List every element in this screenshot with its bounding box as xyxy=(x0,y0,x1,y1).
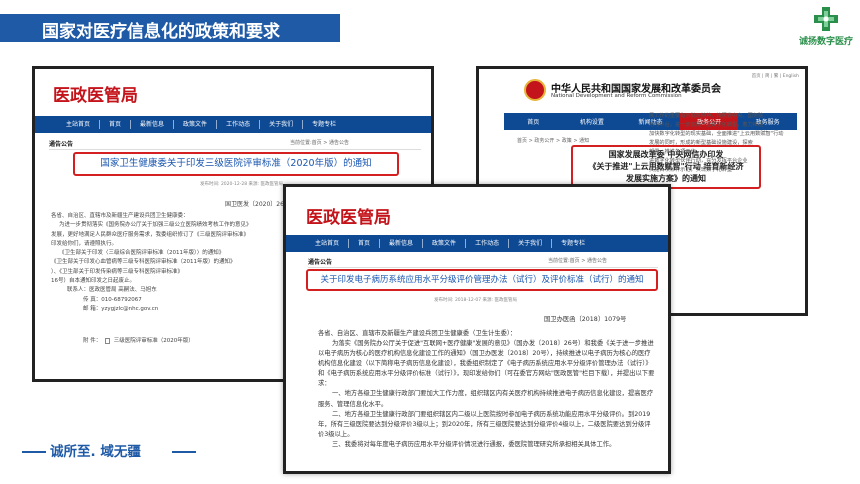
breadcrumb: 首页 > 政务公开 > 政策 > 通知 xyxy=(517,138,590,144)
nav-item[interactable]: 首页 xyxy=(100,120,132,129)
doc-line: ）、《卫生部关于印发传染病等三级专科医院评审标准》 xyxy=(51,268,184,275)
doc-line: 印发给你们，请遵照执行。 xyxy=(51,240,118,247)
doc-paragraph: 为落实《国务院办公厅关于促进"互联网+医疗健康"发展的意见》（国办发〔2018〕… xyxy=(318,340,655,388)
doc-line: 部署，推进各项工作。 xyxy=(649,149,701,155)
site-nav: 主站首页 首页 最新信息 政策文件 工作动态 关于我们 专题专栏 xyxy=(286,235,668,252)
section-label: 通告公告 xyxy=(49,141,74,148)
doc-paragraph: 二、地方各级卫生健康行政部门要组织辖区内二级以上医院按时参加电子病历系统功能应用… xyxy=(318,410,651,438)
nav-item[interactable]: 主站首页 xyxy=(57,120,101,129)
doc-body: 为落实《国务院办公厅关于促进"互联网+医疗健康"发展的意见》（国办发〔2018〕… xyxy=(318,339,656,471)
doc-body: 各省、自治区、直辖市及新疆生产建设兵团卫生健康委： 为进一步贯彻落实《国务院办公… xyxy=(51,212,299,314)
breadcrumb: 当前位置:首页 > 通告公告 xyxy=(290,140,350,146)
nav-item[interactable]: 关于我们 xyxy=(509,239,553,248)
doc-line: 发展，更好地满足人民群众医疗服务需求，我委组织修订了《三级医院评审标准》 xyxy=(51,231,250,238)
doc-line: 用与平台，进一步加快产业数字化转型，着力推进 xyxy=(649,122,764,128)
highlighted-headline[interactable]: 关于印发电子病历系统应用水平分级评价管理办法（试行）及评价标准（试行）的通知 xyxy=(306,269,658,291)
site-logo: 医政医管局 xyxy=(53,86,138,106)
nav-item[interactable]: 专题专栏 xyxy=(303,120,345,129)
doc-paragraph: 三、我委将对每年度电子病历应用水平分级评价情况进行通报，委医院管理研究所承担相关… xyxy=(332,440,616,448)
divider xyxy=(308,267,658,268)
doc-number: 国卫办医函〔2018〕1079号 xyxy=(544,316,627,323)
brand-logo: 诚扬数字医疗 xyxy=(796,6,856,48)
publish-meta: 发布时间: 2018-12-07 来源: 医政医管局 xyxy=(434,298,517,303)
org-name-en: National Development and Reform Commissi… xyxy=(551,93,682,99)
title-bar: 国家对医疗信息化的政策和要求 xyxy=(0,14,340,42)
brand-cross-icon xyxy=(814,7,838,31)
nav-item[interactable]: 专题专栏 xyxy=(552,239,594,248)
page-title: 国家对医疗信息化的政策和要求 xyxy=(42,22,280,42)
publish-meta: 发布时间: 2020-12-28 来源: 医政医管局 xyxy=(200,182,283,187)
divider xyxy=(49,149,421,150)
nav-item[interactable]: 关于我们 xyxy=(260,120,304,129)
breadcrumb: 当前位置:首页 > 通告公告 xyxy=(548,258,608,264)
attachment-row: 附 件： 三级医院评审标准（2020年版） xyxy=(83,337,194,346)
doc-salutation: 各省、自治区、直辖市及新疆生产建设兵团卫生健康委（卫生计生委）： xyxy=(318,330,517,337)
attachment-link[interactable]: 三级医院评审标准（2020年版） xyxy=(114,338,194,344)
doc-line: 实施百项标杆示范，实现数字化转型 xyxy=(649,167,733,173)
doc-line: 邮 箱：yzygjzlc@nhc.gov.cn xyxy=(83,305,159,312)
doc-line: 进数字化转型伙伴行动，充分发挥平台企业 xyxy=(649,158,748,164)
site-nav: 主站首页 首页 最新信息 政策文件 工作动态 关于我们 专题专栏 xyxy=(35,116,431,133)
doc-number: 国卫医发〔2020〕26号 xyxy=(225,201,290,208)
nav-item[interactable]: 最新信息 xyxy=(131,120,175,129)
nav-item[interactable]: 最新信息 xyxy=(380,239,424,248)
slogan-rule-left xyxy=(22,451,46,453)
doc-line: 加快数字化转型的现实基础，全面推进"上云用数赋智"行动 xyxy=(649,131,784,137)
doc-line: 16号）自本通知印发之日起废止。 xyxy=(51,278,135,285)
nav-item[interactable]: 工作动态 xyxy=(217,120,261,129)
top-links[interactable]: 首页 | 简 | 繁 | English xyxy=(752,73,799,79)
doc-line: 为进一步贯彻落实《国务院办公厅关于加强三级公立医院绩效考核工作的意见》 xyxy=(59,222,252,229)
nav-item[interactable]: 主站首页 xyxy=(306,239,350,248)
attachment-label: 附 件： xyxy=(83,338,102,344)
screenshot-nhc-emr-evaluation: 医政医管局 主站首页 首页 最新信息 政策文件 工作动态 关于我们 专题专栏 通… xyxy=(283,184,671,474)
nav-item[interactable]: 政策文件 xyxy=(423,239,467,248)
nav-item[interactable]: 工作动态 xyxy=(466,239,510,248)
nav-item[interactable]: 机构设置 xyxy=(563,113,622,130)
brand-name: 诚扬数字医疗 xyxy=(798,37,853,47)
ndrc-body-visible: 展工作的重要指示批示精神，按照党中央、国务院 用与平台，进一步加快产业数字化转型… xyxy=(649,112,783,175)
national-emblem-icon xyxy=(524,79,546,101)
doc-line: 《卫生部关于印发心血管病等三级专科医院评审标准（2011年版）的通知》 xyxy=(51,259,236,266)
slogan-rule-right xyxy=(172,451,196,453)
slogan: 诚所至. 域无疆 xyxy=(50,444,141,460)
nav-item[interactable]: 首页 xyxy=(349,239,381,248)
doc-line: 发展的同时，形成的新型基础设施建设，探索 xyxy=(649,140,753,146)
doc-line: 各省、自治区、直辖市及新疆生产建设兵团卫生健康委： xyxy=(51,213,189,219)
nav-item[interactable]: 首页 xyxy=(504,113,563,130)
doc-paragraph: 一、地方各级卫生健康行政部门要加大工作力度，组织辖区内有关医疗机构持续推进电子病… xyxy=(318,390,654,408)
section-label: 通告公告 xyxy=(308,259,333,266)
doc-line: 传 真：010-68792067 xyxy=(83,296,142,303)
doc-line: 《卫生部关于印发〈三级综合医院评审标准（2011年版）〉的通知》 xyxy=(59,250,225,257)
attachment-file-icon xyxy=(105,337,110,344)
site-logo: 医政医管局 xyxy=(306,208,391,228)
highlighted-headline[interactable]: 国家卫生健康委关于印发三级医院评审标准（2020年版）的通知 xyxy=(73,152,399,176)
doc-line: 展工作的重要指示批示精神，按照党中央、国务院 xyxy=(649,113,764,119)
nav-item[interactable]: 政策文件 xyxy=(174,120,218,129)
doc-line: 联系人：医政医管局 高嗣法、马旭东 xyxy=(67,287,157,294)
